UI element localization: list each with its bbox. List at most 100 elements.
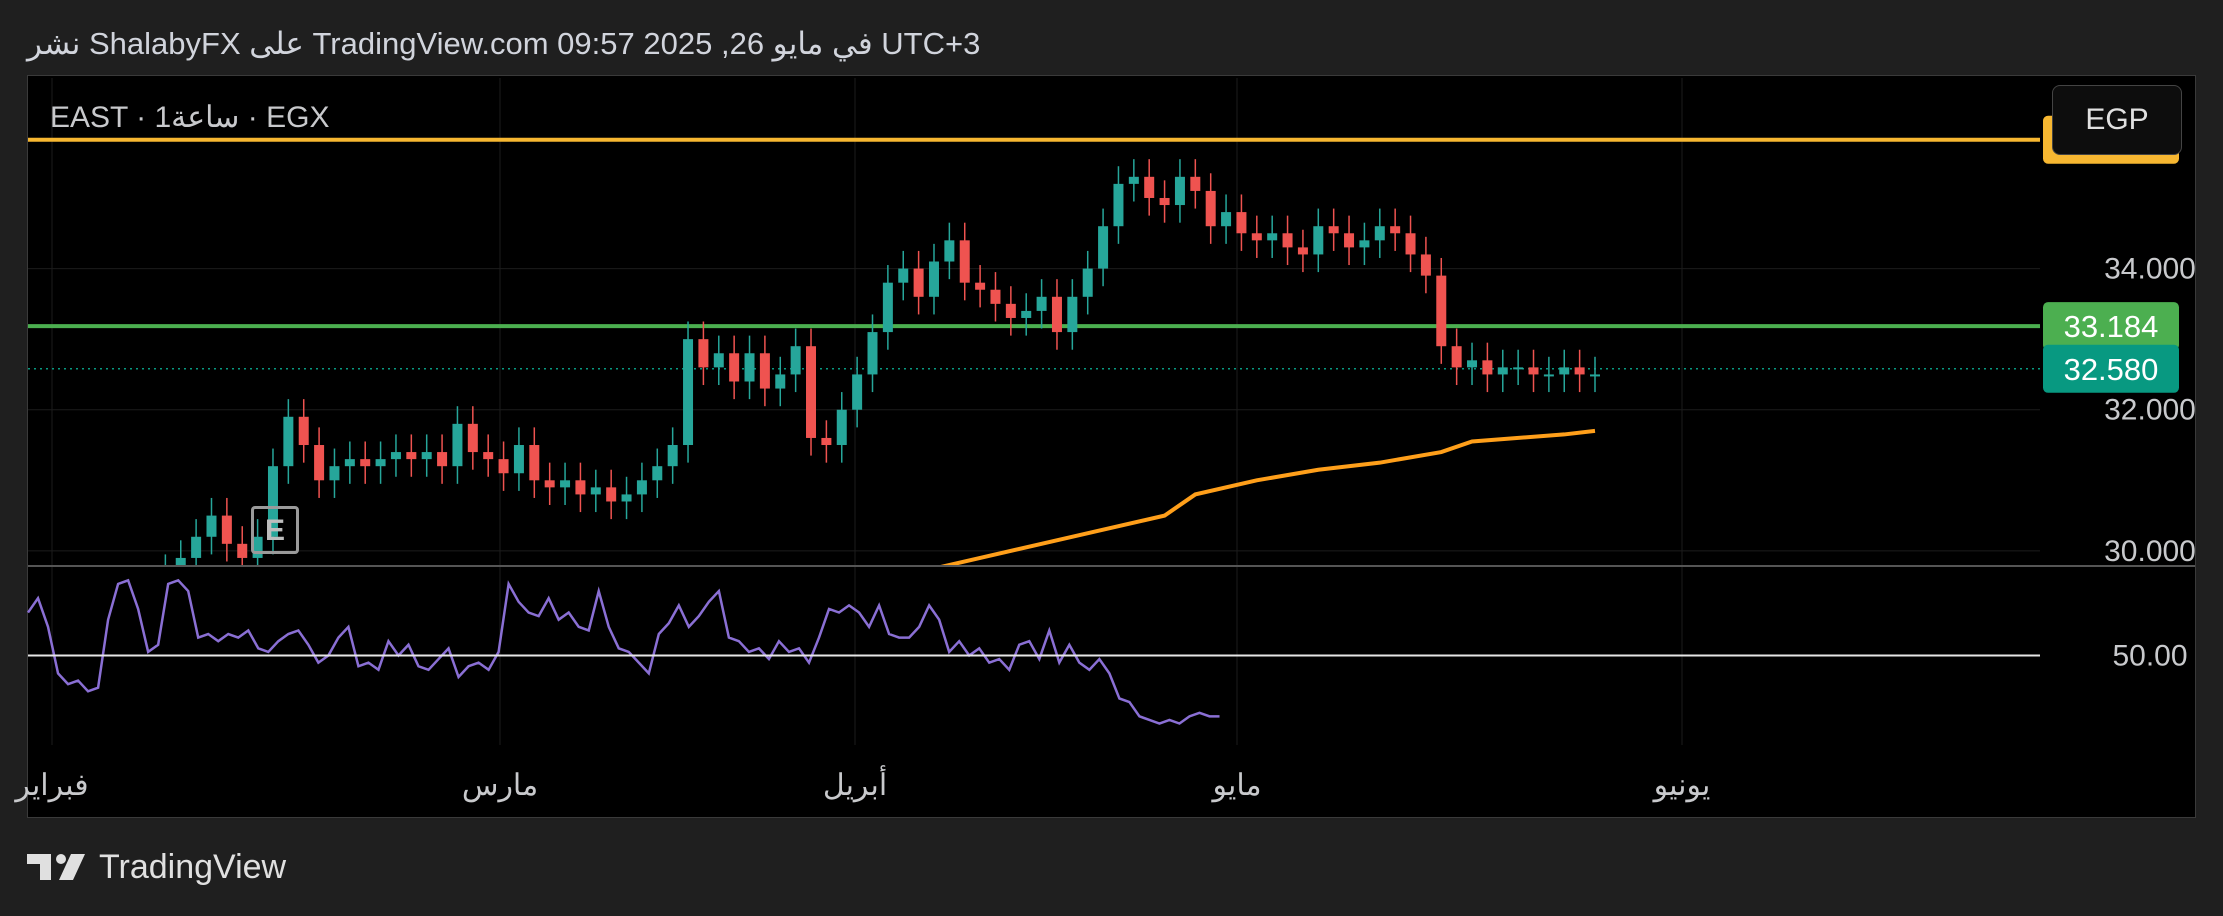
candle-body [375,459,386,467]
candle-body [898,268,909,283]
candle-body [1344,233,1355,248]
footer-brand[interactable]: TradingView [99,848,286,887]
candle-body [452,423,463,467]
currency-button[interactable]: EGP [2052,85,2182,155]
candle-body [360,459,371,467]
time-tick-label: يونيو [1652,769,1711,803]
candle-body [1082,268,1093,297]
candle-body [606,487,617,502]
candle-body [1067,296,1078,333]
candle-body [191,536,202,558]
candle-body [744,353,755,382]
candle-body [1144,176,1155,198]
candle-body [729,353,740,382]
candle-body [698,339,709,368]
candle-body [775,374,786,389]
candle-body [1159,197,1170,206]
price-tick-label: 30.000 [2104,535,2196,568]
candle-body [437,452,448,467]
rsi-tick-label: 50.00 [2112,640,2187,673]
candle-body [160,572,170,579]
candle-body [1328,226,1339,234]
rsi-line [26,578,1220,725]
candle-body [344,459,355,467]
candle-body [621,494,632,502]
candle-body [467,423,478,453]
candle-body [406,452,417,460]
candle-body [237,543,248,558]
price-candles [160,159,1600,579]
candle-body [821,437,832,446]
candle-body [1128,176,1139,184]
candle-body [852,374,863,410]
candle-body [1174,176,1185,206]
candle-body [575,480,586,495]
candle-body [1436,275,1447,347]
candle-body [1451,346,1462,368]
price-axis: 34.00032.00030.00050.0035.82533.18432.58… [2043,115,2196,673]
tradingview-logo-icon [27,854,85,880]
candle-body [1467,360,1478,368]
time-axis: فبراير مارس أبريل مايو يونيو [13,765,1710,803]
candle-body [913,268,924,297]
candle-body [1051,296,1062,333]
candle-body [1190,176,1201,191]
rsi-pane [26,578,2040,725]
candle-body [806,346,817,438]
candle-body [529,445,540,481]
time-tick-label: مايو [1210,769,1261,803]
candle-body [652,466,663,481]
candle-body [1021,310,1032,318]
footer: TradingView [27,845,286,889]
candle-body [713,353,724,368]
candle-body [990,289,1001,304]
candle-body [513,445,524,474]
candle-body [790,346,801,375]
candle-body [959,240,970,283]
earnings-marker[interactable]: E [251,506,299,554]
candle-body [1405,233,1416,255]
candle-body [483,452,494,460]
candle-body [1251,233,1262,241]
candle-body [944,240,955,262]
candle-body [329,466,340,481]
candle-body [667,445,678,467]
candle-body [928,261,939,297]
candle-body [683,339,694,446]
candle-body [1482,360,1493,375]
candle-body [590,487,601,495]
candle-body [560,480,571,488]
candle-body [1590,374,1600,377]
last-price-badge-label: 32.580 [2064,352,2159,387]
symbol-info: EAST · 1ساعة · EGX [50,101,330,134]
candle-body [1574,367,1585,375]
candle-body [836,409,847,446]
candle-body [390,452,401,460]
candle-body [1513,367,1524,370]
candle-body [298,416,309,446]
candle-body [1113,183,1124,227]
time-tick-label: أبريل [823,765,887,803]
candle-body [1559,367,1570,375]
candle-body [1036,296,1047,311]
chart-grid [28,78,2040,745]
candle-body [498,459,509,474]
candle-body [1528,367,1539,375]
price-chart-canvas[interactable]: 34.00032.00030.00050.0035.82533.18432.58… [0,0,2223,916]
candle-body [1205,190,1216,227]
candle-body [283,416,294,467]
candle-body [1297,247,1308,255]
candle-body [206,515,217,537]
candle-body [1390,226,1401,234]
time-tick-label: مارس [462,769,538,803]
candle-body [1236,212,1247,234]
candle-body [1267,233,1278,241]
candle-body [867,332,878,375]
candle-body [1543,374,1554,377]
candle-body [759,353,770,389]
candle-body [975,282,986,290]
candle-body [544,480,555,488]
candle-body [1005,303,1016,318]
candle-body [314,445,325,481]
candle-body [882,282,893,333]
